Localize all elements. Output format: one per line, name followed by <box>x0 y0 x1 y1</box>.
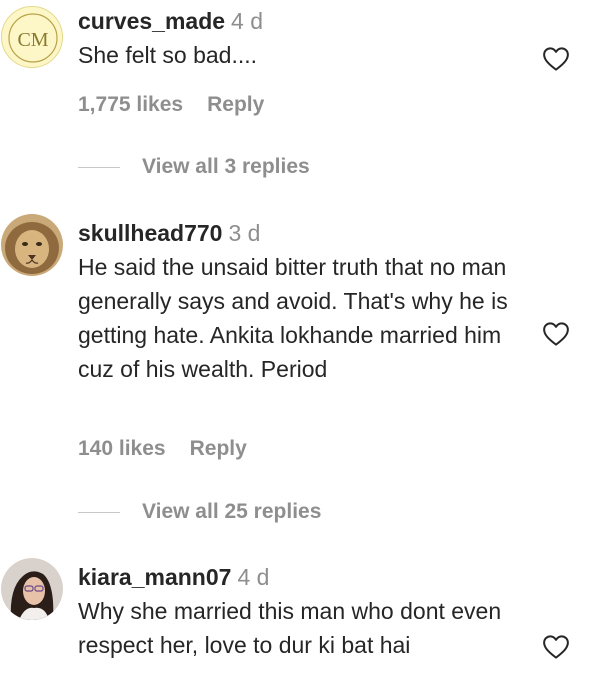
timestamp[interactable]: 3 d <box>228 220 260 246</box>
lion-avatar-icon <box>1 214 63 276</box>
username[interactable]: skullhead770 <box>78 220 222 246</box>
like-button[interactable] <box>541 44 571 74</box>
comment-text: She felt so bad.... <box>78 42 258 68</box>
username[interactable]: kiara_mann07 <box>78 564 231 590</box>
heart-outline-icon <box>543 322 569 346</box>
view-replies-button[interactable]: View all 25 replies <box>78 497 321 527</box>
comment-item: kiara_mann07 4 d Why she married this man… <box>0 556 598 700</box>
comment-item: CM curves_made 4 d She felt so bad.... 1,… <box>0 0 598 190</box>
comment-item: skullhead770 3 d He said the unsaid bitte… <box>0 212 598 532</box>
logo-avatar-icon: CM <box>8 13 58 63</box>
person-avatar-icon <box>1 558 63 620</box>
avatar[interactable]: CM <box>1 6 63 68</box>
comment-text: He said the unsaid bitter truth that no … <box>78 254 508 382</box>
avatar[interactable] <box>1 558 63 620</box>
timestamp[interactable]: 4 d <box>237 564 269 590</box>
view-replies-button[interactable]: View all 3 replies <box>78 152 310 182</box>
heart-outline-icon <box>543 635 569 659</box>
view-replies-label: View all 3 replies <box>142 155 310 178</box>
username[interactable]: curves_made <box>78 8 225 34</box>
comment-meta: 140 likes Reply <box>78 437 247 461</box>
likes-count[interactable]: 1,775 likes <box>78 93 183 116</box>
reply-button[interactable]: Reply <box>190 437 247 460</box>
comment-text: Why she married this man who dont even r… <box>78 598 502 658</box>
like-button[interactable] <box>541 319 571 349</box>
heart-outline-icon <box>543 47 569 71</box>
view-replies-label: View all 25 replies <box>142 500 322 523</box>
likes-count[interactable]: 140 likes <box>78 437 166 460</box>
timestamp[interactable]: 4 d <box>231 8 263 34</box>
avatar-logo-text: CM <box>17 29 48 51</box>
reply-button[interactable]: Reply <box>207 93 264 116</box>
avatar[interactable] <box>1 214 63 276</box>
comment-meta: 1,775 likes Reply <box>78 93 264 117</box>
divider-line <box>78 166 120 168</box>
like-button[interactable] <box>541 632 571 662</box>
divider-line <box>78 511 120 513</box>
